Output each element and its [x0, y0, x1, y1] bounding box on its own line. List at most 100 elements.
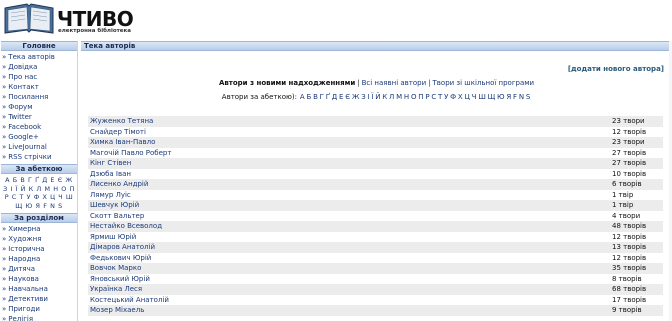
- alphabet-letter-link[interactable]: Щ: [488, 93, 496, 101]
- add-author-link[interactable]: [додати нового автора]: [568, 65, 664, 73]
- filter-new-arrivals[interactable]: Автори з новими надходженнями: [219, 79, 355, 87]
- alphabet-letter-link[interactable]: У: [444, 93, 448, 101]
- sidebar-abc-letters[interactable]: А Б В Г Ґ Д Е Є Ж З І Ї Й К Л М Н О П Р …: [1, 174, 77, 213]
- alphabet-navigation: Автори за абеткою): А Б В Г Ґ Д Е Є Ж З І Ї Й К Л М Н О П Р С…: [81, 93, 672, 101]
- filter-all-authors[interactable]: Всі наявні автори: [362, 79, 427, 87]
- alphabet-letter-link[interactable]: Т: [438, 93, 442, 101]
- sidebar-item[interactable]: » RSS стрічки: [2, 152, 77, 162]
- works-count: 12 творів: [612, 232, 647, 241]
- author-name-link[interactable]: Українка Леся: [90, 284, 142, 295]
- author-name-link[interactable]: Мозер Міхаель: [90, 305, 144, 316]
- alphabet-letter-link[interactable]: І: [368, 93, 370, 101]
- alphabet-letter-link[interactable]: Б: [306, 93, 311, 101]
- table-row: Ярмиш Юрій 12 творів: [88, 232, 663, 243]
- alphabet-letter-link[interactable]: П: [418, 93, 423, 101]
- alphabet-letter-link[interactable]: Ш: [478, 93, 486, 101]
- alphabet-letter-link[interactable]: Ц: [465, 93, 470, 101]
- site-logo[interactable]: ЧТИВО електронна бібліотека: [2, 2, 134, 38]
- sidebar-item[interactable]: » LiveJournal: [2, 142, 77, 152]
- alphabet-letter-link[interactable]: N: [519, 93, 524, 101]
- alphabet-letter-link[interactable]: В: [313, 93, 318, 101]
- author-name-link[interactable]: Шевчук Юрій: [90, 200, 139, 211]
- author-name-link[interactable]: Нестайко Всеволод: [90, 221, 162, 232]
- table-row: Лисенко Андрій 6 творів: [88, 179, 663, 190]
- alphabet-letter-link[interactable]: Й: [375, 93, 380, 101]
- sidebar-item-label: Історична: [8, 245, 45, 253]
- author-name-link[interactable]: Лисенко Андрій: [90, 179, 148, 190]
- alphabet-letter-link[interactable]: F: [513, 93, 517, 101]
- author-name-link[interactable]: Магочій Павло Роберт: [90, 148, 171, 159]
- sidebar-item[interactable]: » Facebook: [2, 122, 77, 132]
- sidebar-item[interactable]: » Про нас: [2, 72, 77, 82]
- sidebar-item[interactable]: » Детективи: [2, 294, 77, 304]
- alphabet-letter-link[interactable]: М: [396, 93, 402, 101]
- author-name-link[interactable]: Кінг Стівен: [90, 158, 131, 169]
- alphabet-letter-link[interactable]: Ч: [472, 93, 477, 101]
- sidebar-item-label: Наукова: [8, 275, 39, 283]
- bullet-icon: »: [2, 245, 7, 253]
- sidebar-item[interactable]: » Контакт: [2, 82, 77, 92]
- sidebar-item[interactable]: » Довідка: [2, 62, 77, 72]
- works-count: 1 твір: [612, 190, 634, 199]
- alphabet-letter-link[interactable]: Ї: [371, 93, 373, 101]
- sidebar-item[interactable]: » Тека авторів: [2, 52, 77, 62]
- sidebar-item[interactable]: » Релігія: [2, 314, 77, 321]
- alphabet-letter-link[interactable]: Ґ: [326, 93, 330, 101]
- author-name-link[interactable]: Дзюба Іван: [90, 169, 131, 180]
- table-row: Нестайко Всеволод 48 творів: [88, 221, 663, 232]
- sidebar-item[interactable]: » Історична: [2, 244, 77, 254]
- bullet-icon: »: [2, 113, 7, 121]
- alphabet-letter-link[interactable]: Х: [458, 93, 463, 101]
- author-name-link[interactable]: Снайдер Тімоті: [90, 127, 146, 138]
- alphabet-letter-link[interactable]: С: [431, 93, 436, 101]
- alphabet-letter-link[interactable]: А: [300, 93, 305, 101]
- alphabet-letter-link[interactable]: Ф: [450, 93, 456, 101]
- page-title: Тека авторів: [81, 41, 672, 51]
- alphabet-letter-link[interactable]: З: [361, 93, 366, 101]
- sidebar-item[interactable]: » Народна: [2, 254, 77, 264]
- author-name-link[interactable]: Химка Іван-Павло: [90, 137, 155, 148]
- book-icon: [4, 3, 54, 34]
- sidebar-item[interactable]: » Навчальна: [2, 284, 77, 294]
- alphabet-letter-link[interactable]: Р: [425, 93, 429, 101]
- sidebar-item[interactable]: » Пригоди: [2, 304, 77, 314]
- sidebar-item[interactable]: » Twitter: [2, 112, 77, 122]
- author-name-link[interactable]: Ярмиш Юрій: [90, 232, 136, 243]
- alphabet-letter-link[interactable]: Г: [320, 93, 324, 101]
- author-name-link[interactable]: Скотт Вальтер: [90, 211, 144, 222]
- sidebar-item[interactable]: » Художня: [2, 234, 77, 244]
- author-name-link[interactable]: Яновський Юрій: [90, 274, 150, 285]
- works-count: 35 творів: [612, 264, 647, 272]
- bullet-icon: »: [2, 63, 7, 71]
- works-count: 9 творів: [612, 306, 642, 314]
- sidebar-item[interactable]: » Дитяча: [2, 264, 77, 274]
- alphabet-letter-link[interactable]: Ю: [497, 93, 505, 101]
- author-name-link[interactable]: Лямур Луіс: [90, 190, 131, 201]
- alphabet-letter-link[interactable]: Я: [506, 93, 511, 101]
- author-name-link[interactable]: Дімаров Анатолій: [90, 242, 155, 253]
- alphabet-letter-link[interactable]: К: [382, 93, 387, 101]
- author-name-link[interactable]: Федькович Юрій: [90, 253, 151, 264]
- alphabet-letter-link[interactable]: О: [411, 93, 417, 101]
- author-name-link[interactable]: Костецький Анатолій: [90, 295, 169, 306]
- sidebar-item[interactable]: » Химерна: [2, 224, 77, 234]
- sidebar-item[interactable]: » Форум: [2, 102, 77, 112]
- alphabet-letter-link[interactable]: Д: [332, 93, 337, 101]
- author-name-link[interactable]: Жуженко Тетяна: [90, 116, 153, 127]
- filter-school-program[interactable]: Твори зі шкільної програми: [433, 79, 535, 87]
- alphabet-letter-link[interactable]: Н: [404, 93, 409, 101]
- sidebar: Головне » Тека авторів» Довідка» Про нас» Ко…: [1, 41, 78, 321]
- author-name-link[interactable]: Вовчок Марко: [90, 263, 141, 274]
- sidebar-item-label: Навчальна: [8, 285, 48, 293]
- alphabet-letter-link[interactable]: Є: [345, 93, 350, 101]
- alphabet-letter-link[interactable]: Л: [389, 93, 394, 101]
- alphabet-letter-link[interactable]: Е: [339, 93, 343, 101]
- sidebar-item-label: Google+: [8, 133, 39, 141]
- sidebar-item-label: Контакт: [8, 83, 39, 91]
- sidebar-item[interactable]: » Посилання: [2, 92, 77, 102]
- sidebar-item[interactable]: » Наукова: [2, 274, 77, 284]
- works-count: 68 творів: [612, 285, 647, 293]
- alphabet-letter-link[interactable]: Ж: [352, 93, 360, 101]
- sidebar-item[interactable]: » Google+: [2, 132, 77, 142]
- alphabet-letter-link[interactable]: S: [526, 93, 530, 101]
